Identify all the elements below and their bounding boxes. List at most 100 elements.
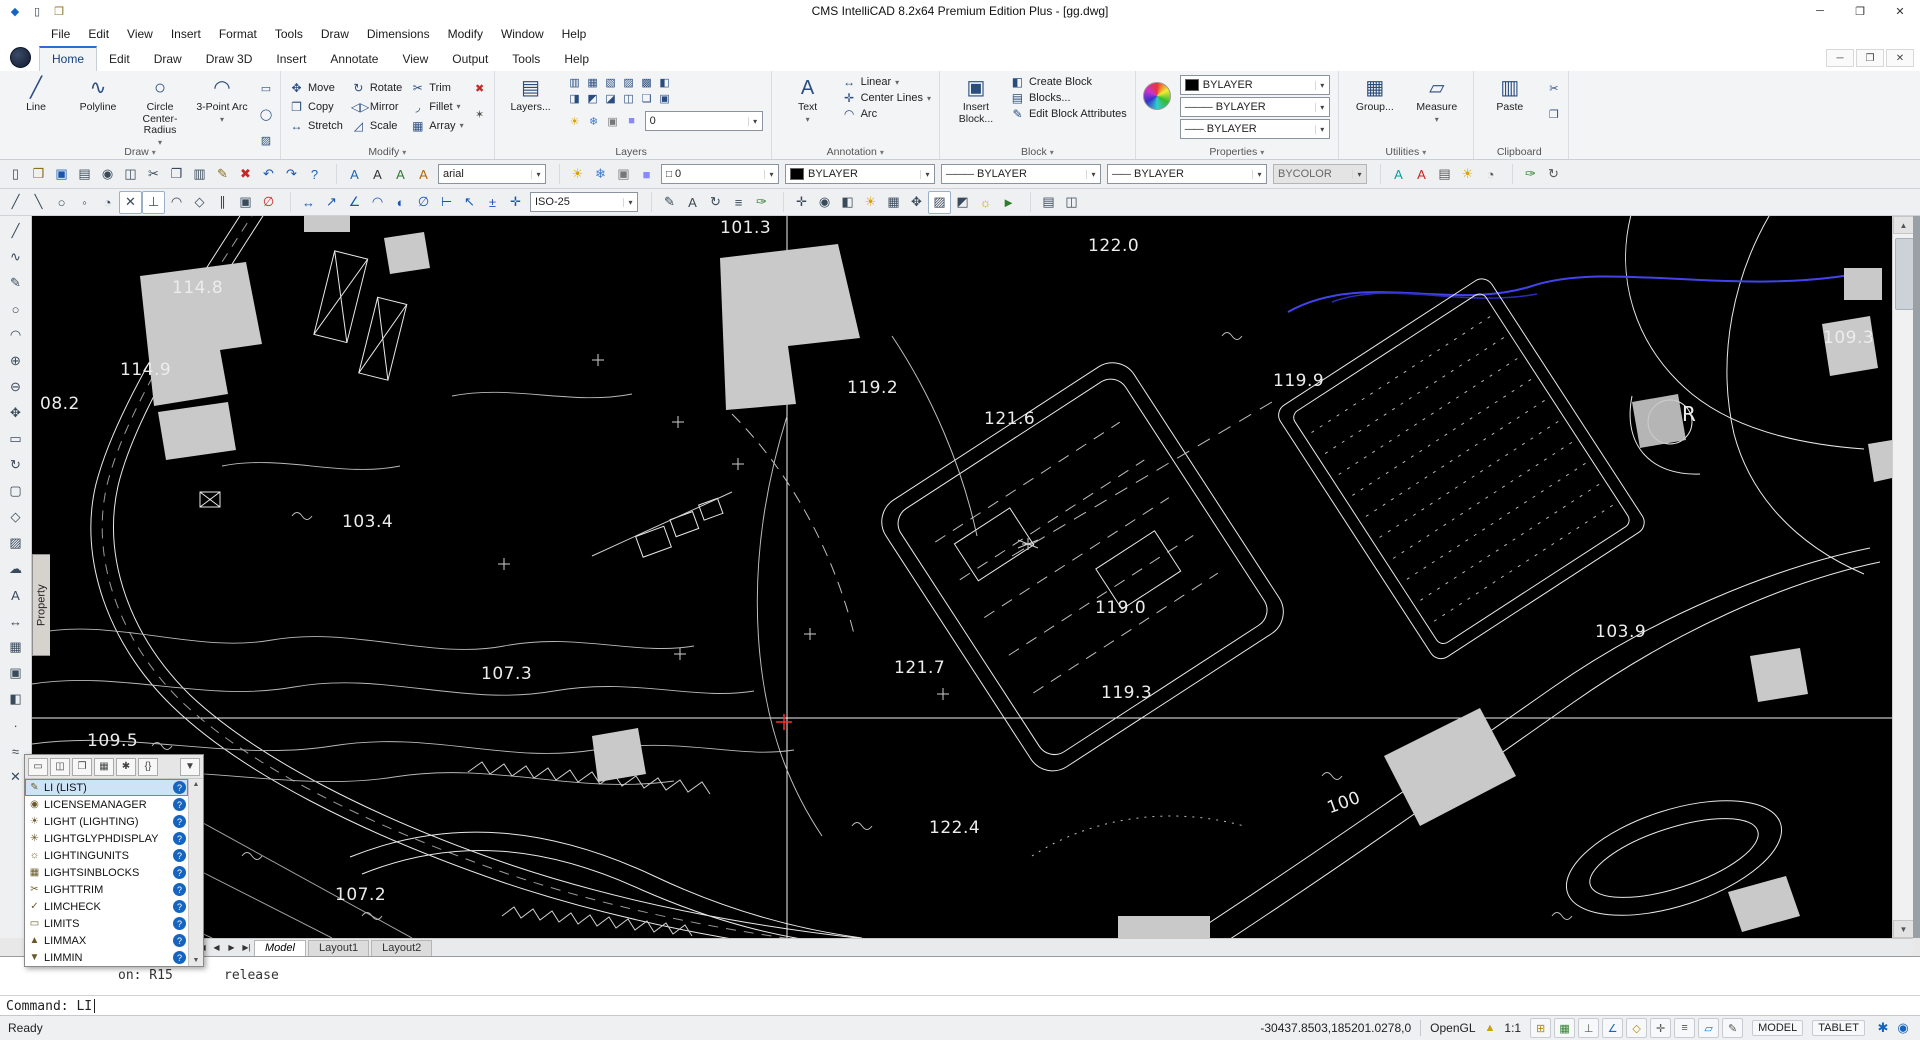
polyline-tool[interactable]: ∿ bbox=[2, 244, 30, 270]
model-space-button[interactable]: MODEL bbox=[1752, 1020, 1803, 1036]
dim-arc-icon[interactable]: ◠ bbox=[366, 191, 389, 214]
chevron-down-icon[interactable]: ▾ bbox=[1315, 125, 1329, 134]
view-cube-icon[interactable]: ◧ bbox=[836, 191, 859, 214]
help-badge-icon[interactable]: ? bbox=[173, 798, 186, 811]
help-badge-icon[interactable]: ? bbox=[173, 781, 186, 794]
layer-tool-1-icon[interactable]: ▥ bbox=[566, 74, 584, 90]
print-preview-icon[interactable]: ◉ bbox=[96, 163, 119, 186]
maximize-button[interactable]: ❐ bbox=[1840, 1, 1880, 22]
help-badge-icon[interactable]: ? bbox=[173, 832, 186, 845]
help-icon[interactable]: ? bbox=[303, 163, 326, 186]
rotate-button[interactable]: ↻Rotate bbox=[348, 78, 405, 97]
tab-help[interactable]: Help bbox=[552, 48, 601, 71]
chevron-down-icon[interactable]: ▾ bbox=[1352, 170, 1366, 179]
tab-tools[interactable]: Tools bbox=[500, 48, 552, 71]
scale-button[interactable]: ◿Scale bbox=[348, 116, 405, 135]
esnap-icon[interactable]: ◇ bbox=[1626, 1018, 1647, 1038]
chevron-down-icon[interactable]: ▾ bbox=[1252, 170, 1266, 179]
printstyle-combo[interactable]: BYCOLOR▾ bbox=[1273, 164, 1367, 184]
dyn-icon[interactable]: ▱ bbox=[1698, 1018, 1719, 1038]
panel-label-utilities[interactable]: Utilities▾ bbox=[1339, 146, 1473, 158]
arc-button[interactable]: ◠Arc bbox=[839, 106, 934, 122]
help-badge-icon[interactable]: ? bbox=[173, 951, 186, 964]
select-tool[interactable]: ▭ bbox=[2, 426, 30, 452]
layout-tab-layout1[interactable]: Layout1 bbox=[308, 940, 369, 956]
chevron-down-icon[interactable]: ▾ bbox=[764, 170, 778, 179]
property-palette-tab[interactable]: Property bbox=[32, 554, 50, 656]
autocomplete-item-light-lighting[interactable]: ☀LIGHT (LIGHTING)? bbox=[25, 813, 188, 830]
rectangle-tool[interactable]: ▢ bbox=[2, 478, 30, 504]
doc-restore-button[interactable]: ❐ bbox=[1856, 49, 1884, 67]
grid-icon[interactable]: ▦ bbox=[1554, 1018, 1575, 1038]
render-icon[interactable]: ▨ bbox=[928, 191, 951, 214]
layer-tool-12-icon[interactable]: ▣ bbox=[656, 90, 674, 106]
menu-draw[interactable]: Draw bbox=[312, 25, 358, 43]
mirror-button[interactable]: ◁▷Mirror bbox=[348, 97, 405, 116]
tab-output[interactable]: Output bbox=[440, 48, 500, 71]
edit-block-attributes-button[interactable]: ✎Edit Block Attributes bbox=[1007, 106, 1130, 122]
lwt-icon[interactable]: ≡ bbox=[1674, 1018, 1695, 1038]
move-button[interactable]: ✥Move bbox=[286, 78, 346, 97]
autocomplete-item-limmax[interactable]: ▲LIMMAX? bbox=[25, 932, 188, 949]
layer-lock-icon[interactable]: ▣ bbox=[604, 113, 622, 129]
print-icon[interactable]: ▤ bbox=[73, 163, 96, 186]
menu-tools[interactable]: Tools bbox=[266, 25, 312, 43]
dock-window-icon[interactable]: ◫ bbox=[50, 758, 70, 776]
autocomplete-item-lightsinblocks[interactable]: ▦LIGHTSINBLOCKS? bbox=[25, 864, 188, 881]
dim-tolerance-icon[interactable]: ± bbox=[481, 191, 504, 214]
array-button[interactable]: ▦Array▾ bbox=[407, 116, 466, 135]
dim-leader-icon[interactable]: ↖ bbox=[458, 191, 481, 214]
table-tool[interactable]: ▦ bbox=[2, 634, 30, 660]
help-badge-icon[interactable]: ? bbox=[173, 815, 186, 828]
menu-help[interactable]: Help bbox=[553, 25, 596, 43]
hatch-tool[interactable]: ▨ bbox=[2, 530, 30, 556]
menu-format[interactable]: Format bbox=[210, 25, 266, 43]
elevation-label[interactable]: 121.7 bbox=[894, 658, 945, 678]
publish-icon[interactable]: ◫ bbox=[119, 163, 142, 186]
layers-manager-button[interactable]: ▤Layers... bbox=[500, 74, 562, 117]
settings-gear-icon[interactable]: ✱ bbox=[1874, 1020, 1892, 1036]
layer-on-icon[interactable]: ☀ bbox=[566, 163, 589, 186]
menu-insert[interactable]: Insert bbox=[162, 25, 210, 43]
layer-tool-11-icon[interactable]: ❏ bbox=[638, 90, 656, 106]
trim-button[interactable]: ✂Trim bbox=[407, 78, 466, 97]
chevron-down-icon[interactable]: ▾ bbox=[1086, 170, 1100, 179]
panel-label-draw[interactable]: Draw▾ bbox=[0, 146, 280, 158]
chevron-down-icon[interactable]: ▾ bbox=[1315, 81, 1329, 90]
panel-label-clipboard[interactable]: Clipboard bbox=[1474, 146, 1568, 158]
layer-tool-10-icon[interactable]: ◫ bbox=[620, 90, 638, 106]
layer-tool-9-icon[interactable]: ◪ bbox=[602, 90, 620, 106]
blocks-button[interactable]: ▤Blocks... bbox=[1007, 90, 1130, 106]
tab-nav-icon-2[interactable]: ◀ bbox=[209, 943, 224, 952]
line-tool[interactable]: ╱ bbox=[2, 218, 30, 244]
freehand-tool[interactable]: ✎ bbox=[2, 270, 30, 296]
autocomplete-item-lightglyphdisplay[interactable]: ✳LIGHTGLYPHDISPLAY? bbox=[25, 830, 188, 847]
layer-tool-4-icon[interactable]: ▨ bbox=[620, 74, 638, 90]
layer-tool-5-icon[interactable]: ▩ bbox=[638, 74, 656, 90]
regen-icon[interactable]: ↻ bbox=[1542, 163, 1565, 186]
erase-button[interactable]: ✖ bbox=[471, 80, 489, 96]
save-icon[interactable]: ▣ bbox=[50, 163, 73, 186]
ucs-icon[interactable]: ✛ bbox=[790, 191, 813, 214]
copy-mini-button[interactable]: ❐ bbox=[1545, 106, 1563, 122]
app-menu-button[interactable] bbox=[10, 47, 31, 68]
snap-insert-icon[interactable]: ▣ bbox=[234, 191, 257, 214]
lineweight-combo[interactable]: ——BYLAYER▾ bbox=[1107, 164, 1267, 184]
copy-icon[interactable]: ❐ bbox=[165, 163, 188, 186]
undo-icon[interactable]: ↶ bbox=[257, 163, 280, 186]
dim-radius-icon[interactable]: ◐ bbox=[389, 191, 412, 214]
circle-center-radius-button[interactable]: ○Circle Center-Radius▾ bbox=[129, 74, 191, 151]
elevation-label[interactable]: 103.4 bbox=[342, 512, 393, 532]
command-input[interactable]: Command: LI bbox=[0, 995, 1920, 1016]
panel-label-properties[interactable]: Properties▾ bbox=[1136, 146, 1338, 158]
menu-file[interactable]: File bbox=[42, 25, 79, 43]
help-badge-icon[interactable]: ? bbox=[173, 900, 186, 913]
scroll-up-icon[interactable]: ▲ bbox=[193, 779, 200, 790]
dim-diameter-icon[interactable]: ∅ bbox=[412, 191, 435, 214]
layer-tool-8-icon[interactable]: ◩ bbox=[584, 90, 602, 106]
doc-minimize-button[interactable]: ─ bbox=[1826, 49, 1854, 67]
elevation-label[interactable]: 109.3 bbox=[1823, 328, 1874, 348]
animation-icon[interactable]: ► bbox=[997, 191, 1020, 214]
text-color-icon[interactable]: A bbox=[389, 163, 412, 186]
sheet-set-icon[interactable]: ▤ bbox=[1037, 191, 1060, 214]
